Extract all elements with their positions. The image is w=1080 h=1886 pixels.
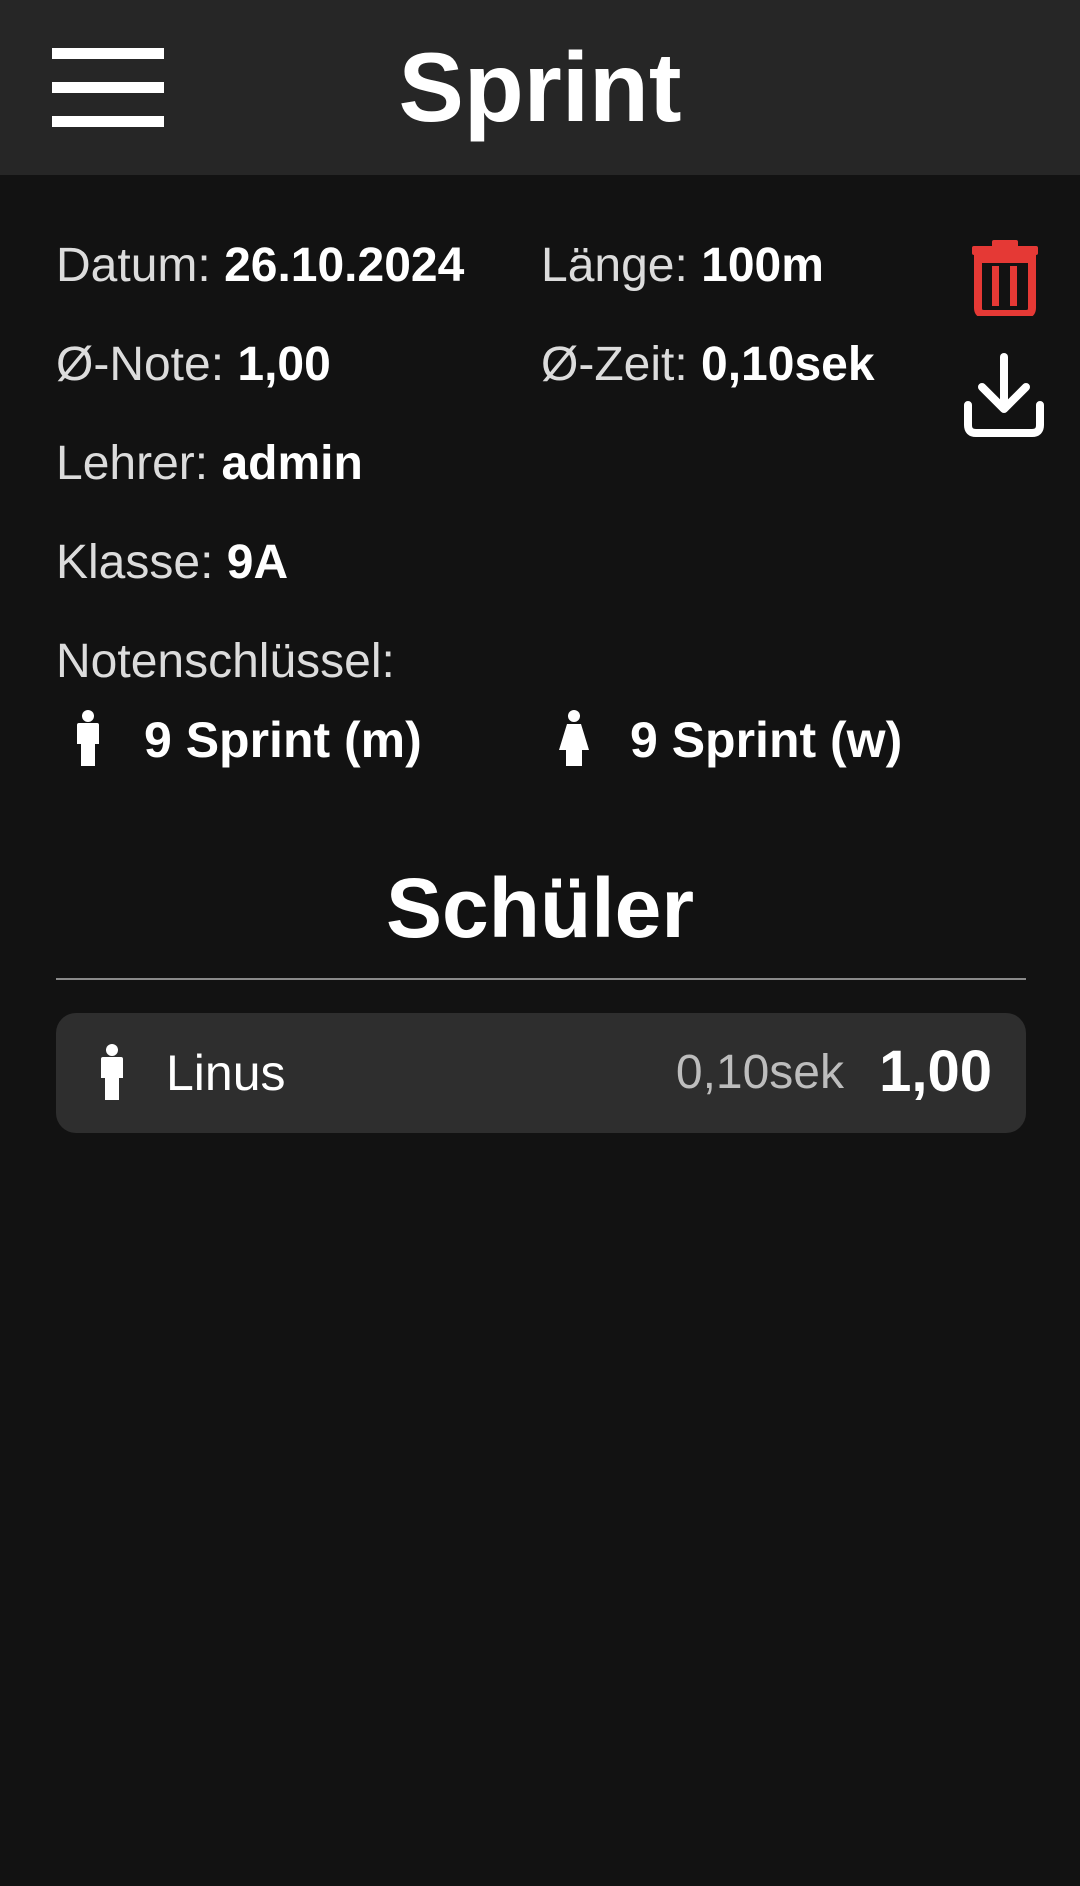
lehrer-label: Lehrer: [56,437,209,490]
note-label: Ø-Note: [56,338,225,391]
page-title: Sprint [398,32,682,142]
laenge-value: 100m [701,239,824,292]
notenschluessel-label: Notenschlüssel: [56,635,395,688]
datum-value: 26.10.2024 [224,239,465,292]
student-time: 0,10sek [675,1046,844,1099]
note-value: 1,00 [237,338,331,391]
lehrer-value: admin [221,437,363,490]
klasse-row: Klasse: 9A [56,533,288,593]
zeit-value: 0,10sek [701,338,875,391]
divider [56,978,1026,980]
klasse-value: 9A [226,536,289,589]
female-icon [559,710,589,766]
notenschluessel-row: Notenschlüssel: [56,632,395,692]
male-icon [77,710,99,766]
grading-key-male-label: 9 Sprint (m) [144,712,422,768]
list-item[interactable]: Linus 0,10sek 1,00 [56,1013,1026,1133]
laenge-row: Länge: 100m [541,236,824,296]
zeit-row: Ø-Zeit: 0,10sek [541,335,875,395]
klasse-label: Klasse: [56,536,214,589]
datum-row: Datum: 26.10.2024 [56,236,464,296]
student-grade: 1,00 [879,1039,992,1104]
grading-key-female-label: 9 Sprint (w) [630,712,903,768]
trash-icon [972,240,1038,318]
delete-button[interactable] [970,238,1040,318]
top-app-bar: Sprint [0,0,1080,175]
lehrer-row: Lehrer: admin [56,434,363,494]
download-icon [964,353,1044,437]
students-heading: Schüler [385,861,695,955]
laenge-label: Länge: [541,239,688,292]
datum-label: Datum: [56,239,211,292]
note-row: Ø-Note: 1,00 [56,335,331,395]
student-name: Linus [166,1045,286,1101]
zeit-label: Ø-Zeit: [541,338,688,391]
download-button[interactable] [962,353,1046,437]
male-icon [101,1044,123,1100]
